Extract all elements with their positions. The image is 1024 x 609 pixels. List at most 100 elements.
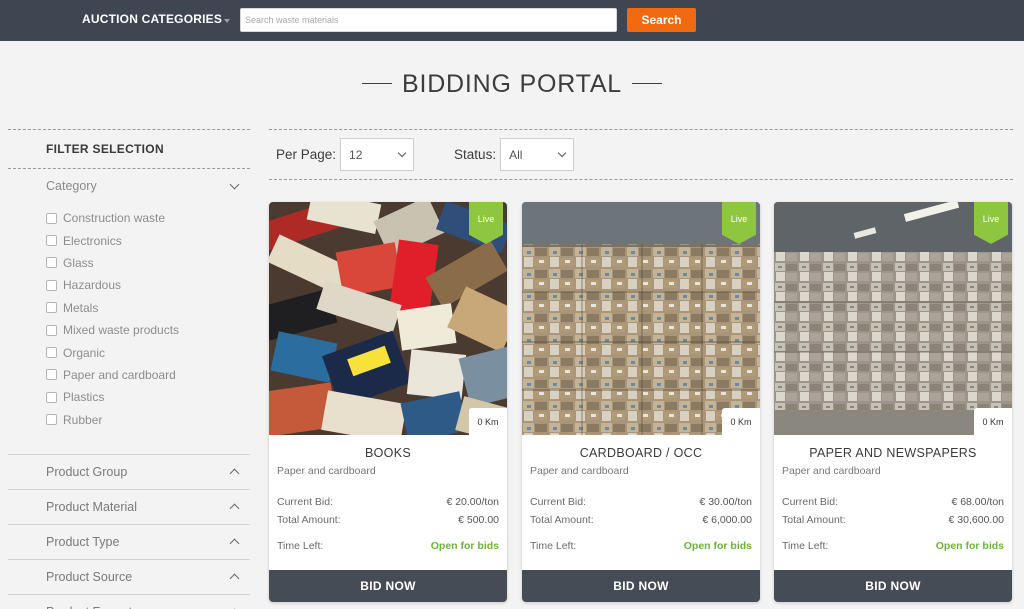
checkbox[interactable] bbox=[46, 414, 57, 426]
page-title: BIDDING PORTAL bbox=[401, 70, 623, 98]
category-checkbox-label: Mixed waste products bbox=[63, 323, 180, 338]
cardboard-bales-photo bbox=[522, 202, 760, 435]
filter-group-product-group[interactable]: Product Group bbox=[8, 454, 250, 489]
filter-group-product-source[interactable]: Product Source bbox=[8, 559, 250, 594]
category-checkbox-item[interactable]: Construction waste bbox=[46, 207, 250, 229]
current-bid-row: Current Bid: € 68.00/ton bbox=[782, 496, 1004, 508]
checkbox[interactable] bbox=[46, 324, 57, 336]
current-bid-value: € 20.00/ton bbox=[446, 496, 499, 508]
category-checkbox-label: Construction waste bbox=[63, 211, 166, 226]
checkbox[interactable] bbox=[46, 347, 57, 359]
checkbox[interactable] bbox=[46, 302, 57, 314]
listing-category: Paper and cardboard bbox=[530, 465, 629, 477]
chevron-up-icon bbox=[229, 503, 240, 514]
filter-group-label: Product Group bbox=[46, 465, 128, 479]
current-bid-value: € 68.00/ton bbox=[951, 496, 1004, 508]
category-checkbox-item[interactable]: Hazardous bbox=[46, 274, 250, 296]
current-bid-row: Current Bid: € 30.00/ton bbox=[530, 496, 752, 508]
auction-categories-menu[interactable]: AUCTION CATEGORIES bbox=[82, 12, 231, 26]
status-label: Status: bbox=[454, 147, 497, 162]
bid-now-button[interactable]: BID NOW bbox=[774, 570, 1012, 602]
category-checkbox-label: Rubber bbox=[63, 412, 103, 427]
filter-group-product-material[interactable]: Product Material bbox=[8, 489, 250, 524]
listing-title[interactable]: PAPER AND NEWSPAPERS bbox=[774, 446, 1012, 460]
current-bid-label: Current Bid: bbox=[530, 496, 587, 508]
search-input[interactable] bbox=[240, 8, 617, 32]
total-amount-value: € 30,600.00 bbox=[948, 514, 1004, 526]
bid-now-button[interactable]: BID NOW bbox=[269, 570, 507, 602]
category-checkbox-list: Construction waste Electronics Glass Hazard… bbox=[8, 203, 250, 454]
chevron-up-icon bbox=[229, 468, 240, 479]
per-page-select[interactable]: 12 bbox=[340, 138, 415, 171]
chevron-down-icon bbox=[557, 148, 567, 157]
listing-title[interactable]: BOOKS bbox=[269, 446, 507, 460]
bid-now-button[interactable]: BID NOW bbox=[522, 570, 760, 602]
category-label: Category bbox=[46, 179, 97, 193]
checkbox[interactable] bbox=[46, 391, 57, 403]
total-amount-row: Total Amount: € 500.00 bbox=[277, 514, 499, 526]
total-amount-value: € 6,000.00 bbox=[702, 514, 752, 526]
listings-area: Per Page: 12 Status: All Live 0 Km BOOKS… bbox=[269, 129, 1013, 602]
title-dash-left bbox=[361, 82, 392, 85]
filter-group-product-type[interactable]: Product Type bbox=[8, 524, 250, 559]
auction-categories-label: AUCTION CATEGORIES bbox=[82, 12, 223, 26]
category-checkbox-item[interactable]: Glass bbox=[46, 252, 250, 274]
category-checkbox-item[interactable]: Metals bbox=[46, 297, 250, 319]
category-checkbox-item[interactable]: Rubber bbox=[46, 409, 250, 431]
category-checkbox-label: Plastics bbox=[63, 390, 105, 405]
filter-group-label: Product Source bbox=[46, 570, 133, 584]
checkbox[interactable] bbox=[46, 235, 57, 247]
listing-card[interactable]: Live 0 Km CARDBOARD / OCC Paper and card… bbox=[522, 202, 760, 602]
listing-image-books[interactable]: Live 0 Km bbox=[269, 202, 507, 435]
checkbox[interactable] bbox=[46, 257, 57, 269]
title-dash-right bbox=[632, 82, 663, 85]
time-left-label: Time Left: bbox=[277, 540, 324, 552]
category-checkbox-label: Hazardous bbox=[63, 278, 122, 293]
listing-card[interactable]: Live 0 Km BOOKS Paper and cardboard Curr… bbox=[269, 202, 507, 602]
total-amount-label: Total Amount: bbox=[277, 514, 341, 526]
status-select[interactable]: All bbox=[500, 138, 575, 171]
time-left-row: Time Left: Open for bids bbox=[530, 540, 752, 552]
category-checkbox-item[interactable]: Organic bbox=[46, 341, 250, 363]
listing-image-cardboard[interactable]: Live 0 Km bbox=[522, 202, 760, 435]
time-left-label: Time Left: bbox=[782, 540, 829, 552]
listing-image-paper[interactable]: Live 0 Km bbox=[774, 202, 1012, 435]
current-bid-row: Current Bid: € 20.00/ton bbox=[277, 496, 499, 508]
distance-badge: 0 Km bbox=[469, 408, 507, 435]
category-checkbox-label: Paper and cardboard bbox=[63, 367, 176, 382]
total-amount-label: Total Amount: bbox=[530, 514, 594, 526]
page-title-wrapper: BIDDING PORTAL bbox=[0, 70, 1024, 99]
paper-bales-photo bbox=[774, 202, 1012, 435]
per-page-value: 12 bbox=[349, 147, 363, 162]
checkbox[interactable] bbox=[46, 279, 57, 291]
time-left-value: Open for bids bbox=[430, 540, 499, 552]
listing-card[interactable]: Live 0 Km PAPER AND NEWSPAPERS Paper and… bbox=[774, 202, 1012, 602]
filter-sidebar: FILTER SELECTION Category Construction w… bbox=[8, 129, 250, 609]
category-checkbox-item[interactable]: Electronics bbox=[46, 229, 250, 251]
listing-controls: Per Page: 12 Status: All bbox=[269, 130, 1013, 180]
checkbox[interactable] bbox=[46, 369, 57, 381]
total-amount-value: € 500.00 bbox=[458, 514, 499, 526]
category-checkbox-item[interactable]: Paper and cardboard bbox=[46, 364, 250, 386]
listing-category: Paper and cardboard bbox=[782, 465, 881, 477]
category-checkbox-item[interactable]: Plastics bbox=[46, 386, 250, 408]
category-checkbox-item[interactable]: Mixed waste products bbox=[46, 319, 250, 341]
current-bid-label: Current Bid: bbox=[782, 496, 839, 508]
time-left-value: Open for bids bbox=[935, 540, 1004, 552]
filter-group-label: Product Format bbox=[46, 605, 132, 609]
category-checkbox-label: Electronics bbox=[63, 233, 122, 248]
per-page-label: Per Page: bbox=[276, 147, 337, 162]
top-navigation-bar: AUCTION CATEGORIES Search bbox=[0, 0, 1024, 41]
total-amount-row: Total Amount: € 6,000.00 bbox=[530, 514, 752, 526]
caret-down-icon bbox=[224, 18, 231, 23]
category-accordion-header[interactable]: Category bbox=[8, 169, 250, 203]
current-bid-value: € 30.00/ton bbox=[699, 496, 752, 508]
current-bid-label: Current Bid: bbox=[277, 496, 334, 508]
search-button[interactable]: Search bbox=[627, 8, 696, 32]
time-left-row: Time Left: Open for bids bbox=[782, 540, 1004, 552]
checkbox[interactable] bbox=[46, 212, 57, 224]
filter-group-product-format[interactable]: Product Format bbox=[8, 594, 250, 609]
filter-group-label: Product Type bbox=[46, 535, 120, 549]
books-photo bbox=[269, 202, 507, 435]
listing-title[interactable]: CARDBOARD / OCC bbox=[522, 446, 760, 460]
